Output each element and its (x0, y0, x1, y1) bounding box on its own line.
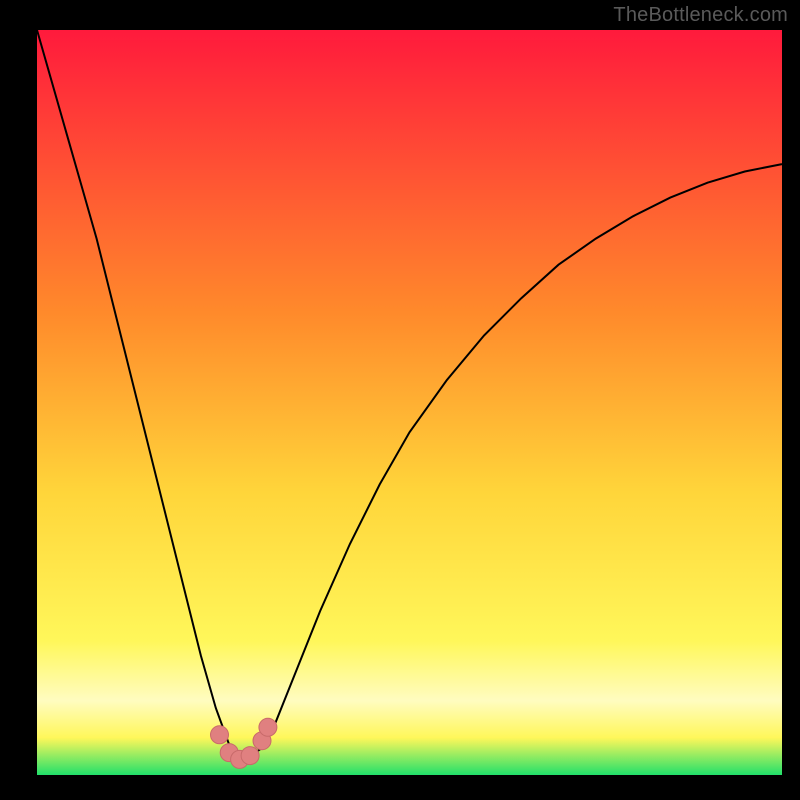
data-marker (259, 718, 277, 736)
watermark-text: TheBottleneck.com (613, 4, 788, 27)
gradient-background (37, 30, 782, 775)
data-marker (241, 747, 259, 765)
chart-frame: TheBottleneck.com (0, 0, 800, 800)
data-marker (211, 726, 229, 744)
bottleneck-chart (0, 0, 800, 800)
